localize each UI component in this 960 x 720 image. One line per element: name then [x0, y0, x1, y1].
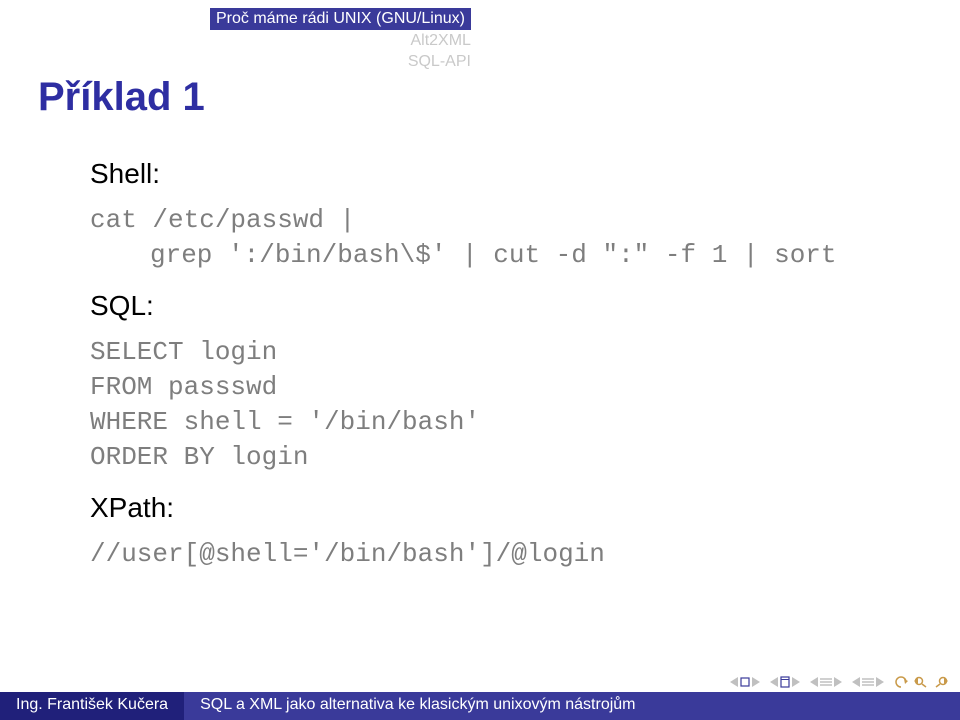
triangle-left-icon: [810, 677, 818, 687]
nav-section-group[interactable]: [852, 677, 884, 687]
triangle-right-icon: [792, 677, 800, 687]
shell-code-2: grep ':/bin/bash\$' | cut -d ":" -f 1 | …: [150, 238, 837, 273]
sql-code-3: WHERE shell = '/bin/bash': [90, 405, 837, 440]
triangle-right-icon: [876, 677, 884, 687]
footer: Ing. František Kučera SQL a XML jako alt…: [0, 692, 960, 720]
nav-back-forward[interactable]: [894, 676, 948, 688]
search-back-icon: [914, 676, 928, 688]
triangle-left-icon: [770, 677, 778, 687]
nav-line-3[interactable]: SQL-API: [210, 51, 471, 73]
doc-icon: [780, 676, 790, 688]
sql-code-2: FROM passswd: [90, 370, 837, 405]
undo-icon: [894, 676, 908, 688]
nav-frame-group[interactable]: [770, 676, 800, 688]
triangle-right-icon: [834, 677, 842, 687]
nav-subsection-group[interactable]: [810, 677, 842, 687]
square-icon: [740, 677, 750, 687]
shell-label: Shell:: [90, 155, 837, 193]
nav-slide-group[interactable]: [730, 677, 760, 687]
shell-code-1: cat /etc/passwd |: [90, 203, 837, 238]
triangle-left-icon: [730, 677, 738, 687]
xpath-section: XPath: //user[@shell='/bin/bash']/@login: [90, 489, 837, 572]
footer-title: SQL a XML jako alternativa ke klasickým …: [184, 692, 960, 720]
search-fwd-icon: [934, 676, 948, 688]
nav-line-2[interactable]: Alt2XML: [210, 30, 471, 52]
xpath-code-1: //user[@shell='/bin/bash']/@login: [90, 537, 837, 572]
sql-code-4: ORDER BY login: [90, 440, 837, 475]
slide-content: Shell: cat /etc/passwd | grep ':/bin/bas…: [90, 155, 837, 578]
sql-label: SQL:: [90, 287, 837, 325]
beamer-nav-icons: [730, 676, 948, 688]
sql-section: SQL: SELECT login FROM passswd WHERE she…: [90, 287, 837, 475]
nav-line-1[interactable]: Proč máme rádi UNIX (GNU/Linux): [210, 8, 471, 30]
footer-author: Ing. František Kučera: [0, 692, 184, 720]
sql-code-1: SELECT login: [90, 335, 837, 370]
triangle-right-icon: [752, 677, 760, 687]
header-nav: Proč máme rádi UNIX (GNU/Linux) Alt2XML …: [210, 8, 471, 73]
bars-icon: [862, 677, 874, 687]
bars-icon: [820, 677, 832, 687]
shell-section: Shell: cat /etc/passwd | grep ':/bin/bas…: [90, 155, 837, 273]
triangle-left-icon: [852, 677, 860, 687]
xpath-label: XPath:: [90, 489, 837, 527]
page-title: Příklad 1: [38, 75, 205, 120]
